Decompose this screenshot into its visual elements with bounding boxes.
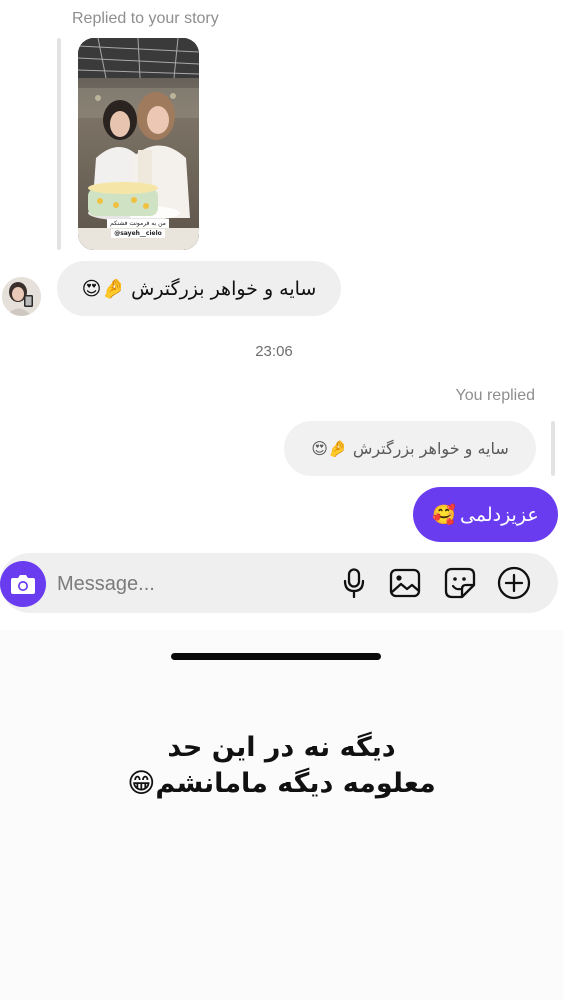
gallery-button[interactable] <box>388 566 422 600</box>
story-caption: من به فرمونت فشنكم @sayeh__cielo <box>88 219 188 238</box>
sender-avatar[interactable] <box>2 277 41 316</box>
reply-indicator-bar <box>57 38 61 250</box>
sticker-icon <box>444 567 476 599</box>
outgoing-message-emoji: 🥰 <box>432 504 456 526</box>
caption-area <box>0 630 563 1000</box>
quoted-reply-indicator-bar <box>551 421 555 476</box>
you-replied-label: You replied <box>455 387 535 404</box>
message-timestamp: 23:06 <box>255 343 293 360</box>
quoted-message-text: سایه و خواهر بزرگترش <box>352 439 509 458</box>
microphone-button[interactable] <box>337 566 371 600</box>
outgoing-message-text: عزیزدلمی <box>460 503 539 526</box>
overlay-caption-line2: معلومه دیگه مامانشم😁 <box>0 766 563 802</box>
gallery-icon <box>389 568 421 598</box>
message-input[interactable] <box>57 568 307 600</box>
add-button[interactable] <box>497 566 531 600</box>
outgoing-message-bubble[interactable]: عزیزدلمی 🥰 <box>413 487 558 542</box>
chat-thread: Replied to your story من به فرمونت فشنكم… <box>0 0 563 630</box>
microphone-icon <box>343 568 365 598</box>
story-thumbnail[interactable]: من به فرمونت فشنكم @sayeh__cielo <box>78 38 199 250</box>
story-caption-username: @sayeh__cielo <box>111 229 165 238</box>
incoming-message-emoji: 🤌😍 <box>81 278 126 300</box>
overlay-caption-line2-text: معلومه دیگه مامانشم <box>155 768 436 799</box>
overlay-caption-line1: دیگه نه در این حد <box>167 732 396 763</box>
overlay-caption-emoji: 😁 <box>127 768 156 799</box>
overlay-caption: دیگه نه در این حد معلومه دیگه مامانشم😁 <box>0 730 563 802</box>
camera-icon <box>11 575 35 594</box>
replied-to-story-label: Replied to your story <box>72 10 219 27</box>
incoming-message-text: سایه و خواهر بزرگترش <box>131 277 317 300</box>
home-indicator[interactable] <box>171 653 381 660</box>
story-caption-line1: من به فرمونت فشنكم <box>107 219 169 228</box>
quoted-message-bubble[interactable]: سایه و خواهر بزرگترش 🤌😍 <box>284 421 536 476</box>
add-icon <box>497 566 531 600</box>
avatar-photo <box>2 277 41 316</box>
camera-button[interactable] <box>0 561 46 607</box>
incoming-message-bubble[interactable]: سایه و خواهر بزرگترش 🤌😍 <box>57 261 341 316</box>
sticker-button[interactable] <box>443 566 477 600</box>
quoted-message-emoji: 🤌😍 <box>311 439 348 458</box>
